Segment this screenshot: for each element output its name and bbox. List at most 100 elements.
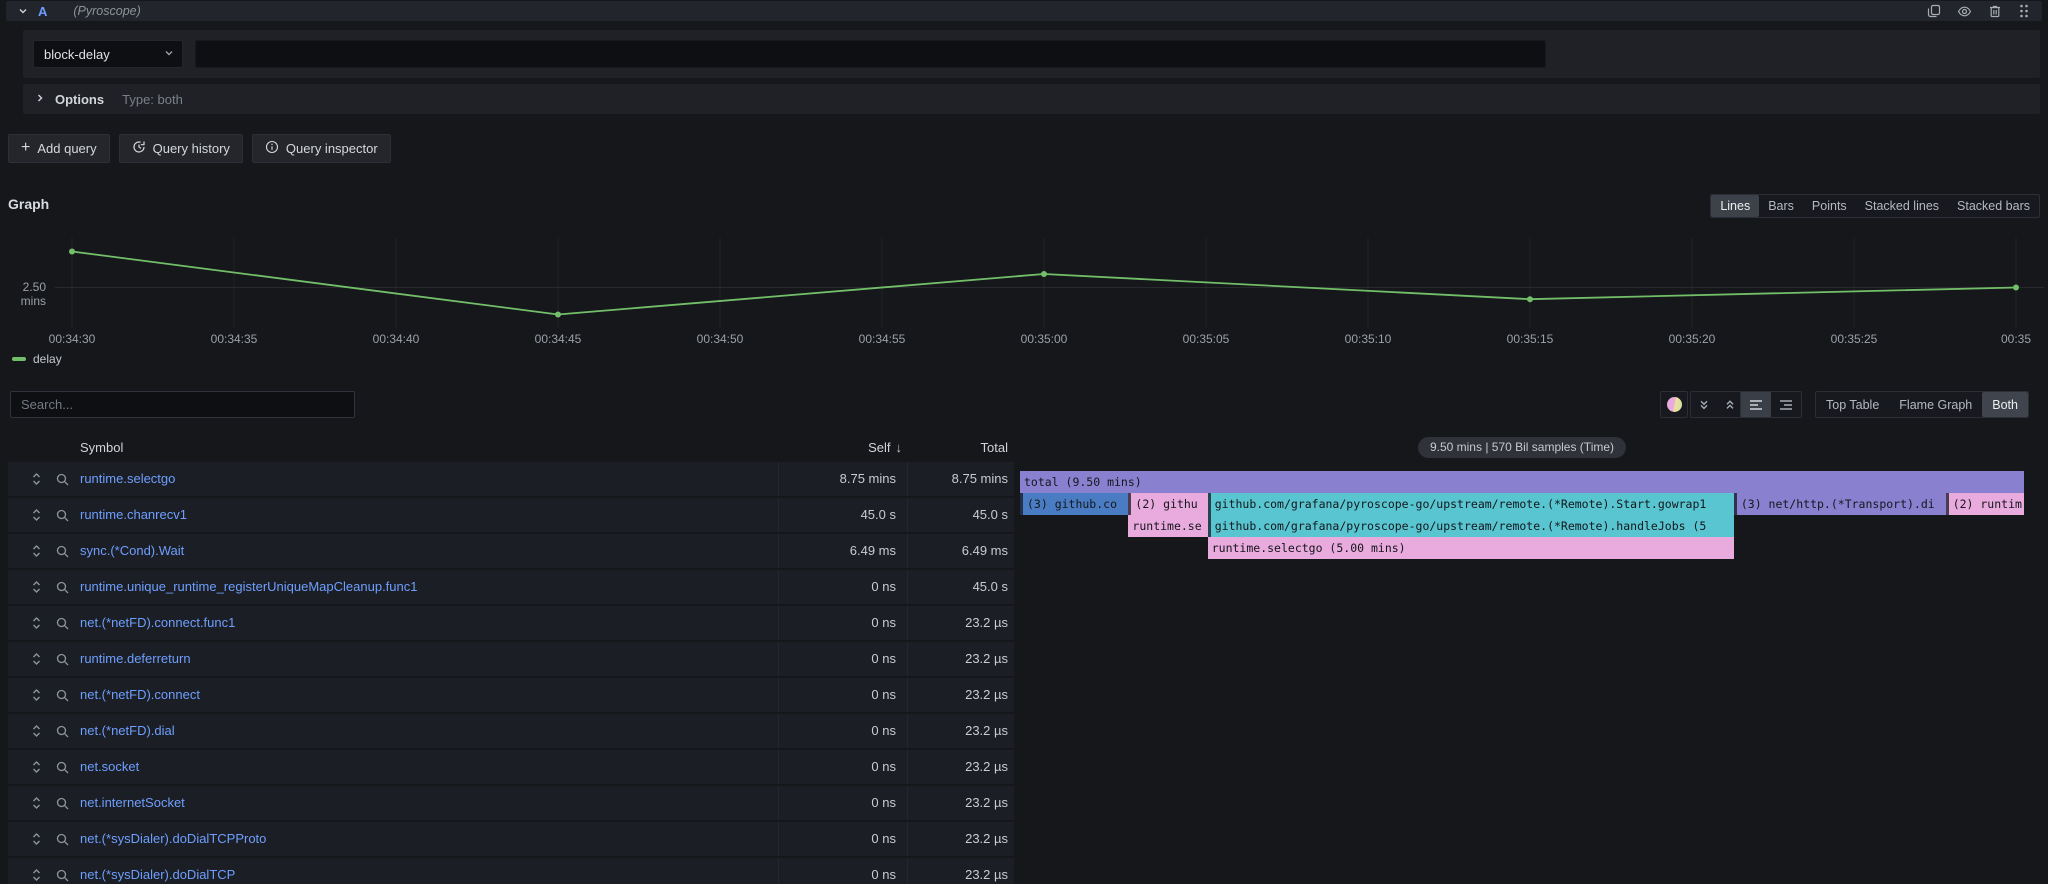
unfold-symbol-icon[interactable]: [30, 534, 43, 568]
table-header: Symbol Self ↓ Total: [8, 437, 1014, 462]
column-separator: [778, 462, 779, 496]
x-axis-tick-label: 00:34:45: [535, 332, 582, 346]
search-input[interactable]: [10, 391, 355, 418]
view-top-table[interactable]: Top Table: [1816, 392, 1889, 417]
x-axis-tick-label: 00:34:30: [49, 332, 96, 346]
data-point[interactable]: [555, 312, 561, 318]
plus-icon: +: [21, 140, 30, 156]
unfold-symbol-icon[interactable]: [30, 570, 43, 604]
time-series-chart[interactable]: [0, 190, 2048, 340]
x-axis-tick-label: 00:35:00: [1021, 332, 1068, 346]
search-symbol-icon[interactable]: [56, 642, 69, 676]
search-symbol-icon[interactable]: [56, 570, 69, 604]
x-axis-tick-label: 00:34:55: [859, 332, 906, 346]
symbol-link[interactable]: net.(*netFD).connect.func1: [80, 606, 235, 640]
x-axis-tick-label: 00:35:10: [1345, 332, 1392, 346]
column-separator: [778, 570, 779, 604]
table-row: net.(*netFD).connect0 ns23.2 µs: [8, 678, 1014, 712]
search-symbol-icon[interactable]: [56, 462, 69, 496]
column-header-self[interactable]: Self ↓: [868, 440, 902, 455]
symbol-link[interactable]: net.(*netFD).dial: [80, 714, 175, 748]
query-history-button[interactable]: Query history: [119, 134, 243, 163]
unfold-symbol-icon[interactable]: [30, 714, 43, 748]
search-symbol-icon[interactable]: [56, 750, 69, 784]
search-symbol-icon[interactable]: [56, 858, 69, 884]
align-left-icon[interactable]: [1741, 392, 1771, 417]
view-flame-graph[interactable]: Flame Graph: [1889, 392, 1982, 417]
query-ref-id: A: [38, 4, 47, 19]
unfold-symbol-icon[interactable]: [30, 786, 43, 820]
align-right-icon[interactable]: [1771, 392, 1801, 417]
label-selector-input[interactable]: [195, 40, 1546, 68]
x-axis-tick-label: 00:35:20: [1669, 332, 1716, 346]
search-symbol-icon[interactable]: [56, 714, 69, 748]
view-both[interactable]: Both: [1982, 392, 2028, 417]
data-point[interactable]: [69, 249, 75, 255]
delete-query-trash-icon[interactable]: [1988, 4, 2002, 18]
table-row: net.internetSocket0 ns23.2 µs: [8, 786, 1014, 820]
search-symbol-icon[interactable]: [56, 678, 69, 712]
symbol-link[interactable]: net.(*netFD).connect: [80, 678, 200, 712]
table-row: net.socket0 ns23.2 µs: [8, 750, 1014, 784]
x-axis-tick-label: 00:35:25: [1831, 332, 1878, 346]
symbol-link[interactable]: runtime.unique_runtime_registerUniqueMap…: [80, 570, 417, 604]
column-header-total[interactable]: Total: [981, 440, 1008, 455]
flame-node[interactable]: (3) github.co: [1020, 493, 1128, 515]
data-point[interactable]: [1041, 271, 1047, 277]
unfold-symbol-icon[interactable]: [30, 822, 43, 856]
unfold-symbol-icon[interactable]: [30, 678, 43, 712]
symbol-link[interactable]: net.(*sysDialer).doDialTCPProto: [80, 822, 266, 856]
search-symbol-icon[interactable]: [56, 786, 69, 820]
symbol-link[interactable]: net.socket: [80, 750, 139, 784]
panel-edit-screen: A (Pyroscope) block-delay: [0, 0, 2048, 884]
query-row-header[interactable]: A (Pyroscope): [6, 1, 2042, 21]
unfold-symbol-icon[interactable]: [30, 642, 43, 676]
unfold-symbol-icon[interactable]: [30, 462, 43, 496]
symbol-link[interactable]: runtime.selectgo: [80, 462, 175, 496]
toggle-visibility-eye-icon[interactable]: [1957, 4, 1972, 19]
table-row: net.(*netFD).dial0 ns23.2 µs: [8, 714, 1014, 748]
search-symbol-icon[interactable]: [56, 606, 69, 640]
symbol-link[interactable]: net.(*sysDialer).doDialTCP: [80, 858, 235, 884]
query-inspector-button[interactable]: Query inspector: [252, 134, 391, 163]
flame-node[interactable]: runtime.se: [1128, 515, 1207, 537]
flame-node[interactable]: (2) runtim: [1946, 493, 2024, 515]
legend-series-label[interactable]: delay: [33, 352, 62, 366]
symbol-link[interactable]: net.internetSocket: [80, 786, 185, 820]
column-header-symbol[interactable]: Symbol: [80, 440, 123, 455]
flame-node[interactable]: github.com/grafana/pyroscope-go/upstream…: [1208, 515, 1734, 537]
unfold-symbol-icon[interactable]: [30, 498, 43, 532]
data-point[interactable]: [2013, 285, 2019, 291]
data-point[interactable]: [1527, 296, 1533, 302]
search-symbol-icon[interactable]: [56, 534, 69, 568]
unfold-symbol-icon[interactable]: [30, 858, 43, 884]
symbol-link[interactable]: sync.(*Cond).Wait: [80, 534, 184, 568]
symbol-link[interactable]: runtime.chanrecv1: [80, 498, 187, 532]
flame-node[interactable]: total (9.50 mins): [1020, 471, 2024, 493]
flame-node[interactable]: runtime.selectgo (5.00 mins): [1208, 537, 1734, 559]
column-separator: [778, 678, 779, 712]
symbol-link[interactable]: runtime.deferreturn: [80, 642, 191, 676]
unfold-symbol-icon[interactable]: [30, 750, 43, 784]
flame-node[interactable]: (3) net/http.(*Transport).di: [1734, 493, 1946, 515]
flame-node[interactable]: (2) githu: [1128, 493, 1207, 515]
history-icon: [132, 140, 146, 157]
sort-desc-icon: ↓: [896, 440, 903, 455]
collapse-query-icon[interactable]: [18, 6, 28, 16]
query-options-row[interactable]: Options Type: both: [23, 84, 2040, 114]
add-query-button[interactable]: + Add query: [8, 134, 110, 163]
drag-handle-icon[interactable]: [2018, 3, 2030, 19]
duplicate-query-icon[interactable]: [1927, 4, 1941, 18]
options-label: Options: [55, 92, 104, 107]
search-symbol-icon[interactable]: [56, 498, 69, 532]
color-scheme-button[interactable]: [1661, 392, 1687, 417]
self-header-label: Self: [868, 440, 890, 455]
unfold-symbol-icon[interactable]: [30, 606, 43, 640]
search-symbol-icon[interactable]: [56, 822, 69, 856]
profile-type-dropdown[interactable]: block-delay: [33, 40, 183, 68]
total-value: 23.2 µs: [965, 714, 1008, 748]
collapse-all-icon[interactable]: [1691, 392, 1717, 417]
flame-node[interactable]: github.com/grafana/pyroscope-go/upstream…: [1208, 493, 1734, 515]
self-value: 0 ns: [871, 822, 896, 856]
flame-graph[interactable]: total (9.50 mins)(3) github.co(2) githug…: [1020, 471, 2024, 561]
